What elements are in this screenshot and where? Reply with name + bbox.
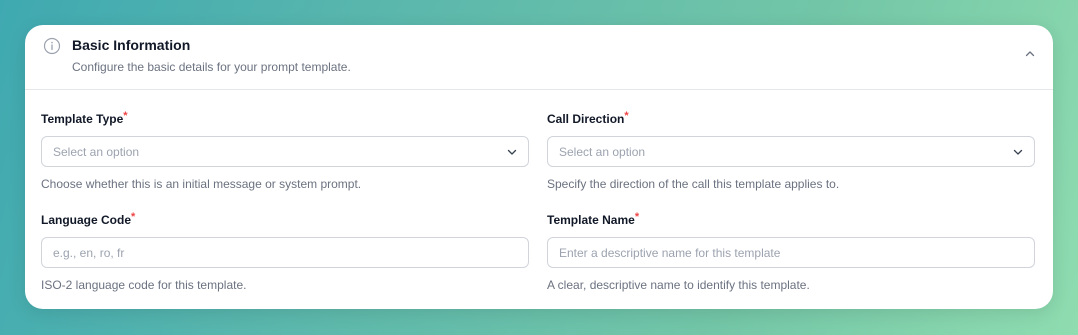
- chevron-down-icon: [507, 149, 517, 155]
- template-type-field: Template Type* Select an option Choose w…: [41, 110, 529, 192]
- template-type-label: Template Type*: [41, 110, 529, 127]
- call-direction-select-value: Select an option: [559, 145, 646, 159]
- call-direction-select[interactable]: Select an option: [547, 136, 1035, 167]
- template-name-input[interactable]: [548, 238, 1034, 267]
- language-code-input[interactable]: [42, 238, 528, 267]
- chevron-up-icon[interactable]: [1023, 47, 1037, 61]
- required-marker: *: [131, 211, 136, 223]
- call-direction-label-text: Call Direction: [547, 112, 625, 126]
- template-type-help: Choose whether this is an initial messag…: [41, 177, 362, 191]
- template-type-select-value: Select an option: [53, 145, 140, 159]
- template-name-field: Template Name* A clear, descriptive name…: [547, 211, 1035, 293]
- language-code-help: ISO-2 language code for this template.: [41, 278, 247, 292]
- call-direction-help: Specify the direction of the call this t…: [547, 177, 840, 191]
- info-icon: [43, 37, 61, 55]
- required-marker: *: [624, 110, 629, 122]
- template-name-input-wrapper: [547, 237, 1035, 268]
- chevron-down-icon: [1013, 149, 1023, 155]
- required-marker: *: [634, 211, 640, 223]
- basic-information-card: Basic Information Configure the basic de…: [25, 25, 1053, 309]
- language-code-label: Language Code*: [41, 211, 529, 228]
- section-description: Configure the basic details for your pro…: [72, 60, 351, 74]
- required-marker: *: [123, 110, 128, 122]
- call-direction-field: Call Direction* Select an option Specify…: [547, 110, 1035, 192]
- template-name-help: A clear, descriptive name to identify th…: [547, 278, 810, 292]
- template-type-label-text: Template Type: [41, 112, 124, 126]
- language-code-field: Language Code* ISO-2 language code for t…: [41, 211, 529, 293]
- template-type-select[interactable]: Select an option: [41, 136, 529, 167]
- template-name-label-text: Template Name: [547, 213, 635, 227]
- template-name-label: Template Name*: [547, 211, 1035, 228]
- language-code-input-wrapper: [41, 237, 529, 268]
- section-header[interactable]: Basic Information Configure the basic de…: [25, 25, 1053, 90]
- language-code-label-text: Language Code: [41, 213, 132, 227]
- section-title: Basic Information: [72, 37, 191, 53]
- call-direction-label: Call Direction*: [547, 110, 1035, 127]
